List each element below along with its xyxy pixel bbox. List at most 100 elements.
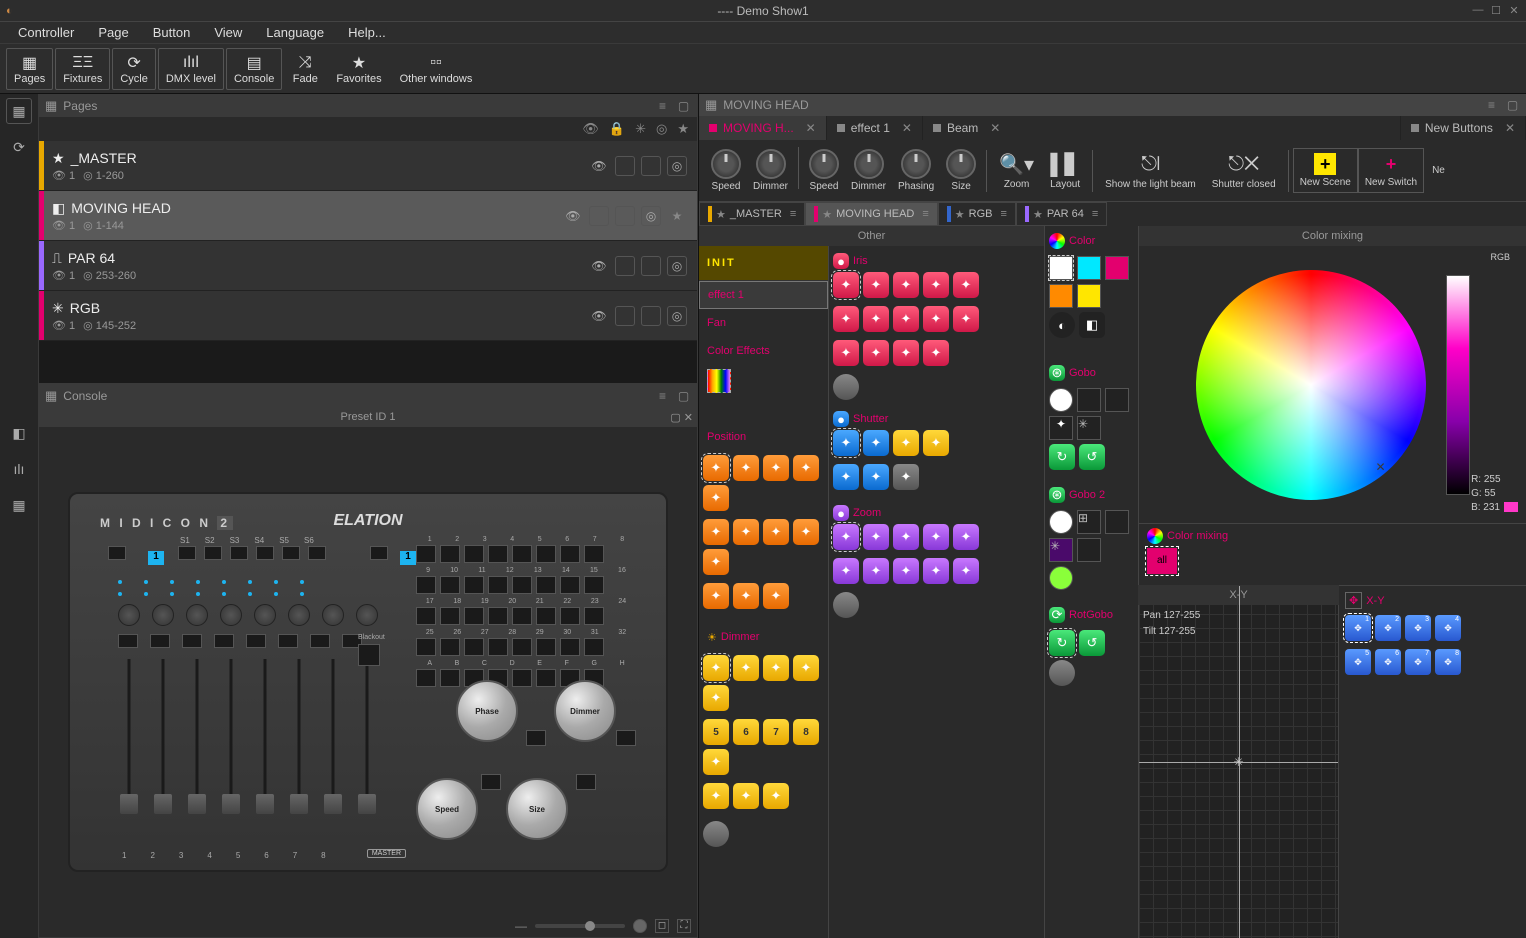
effect-button[interactable]: ✦ bbox=[833, 430, 859, 456]
zoom-fit[interactable]: ◻ bbox=[655, 919, 669, 933]
grid-button[interactable] bbox=[536, 607, 556, 625]
fader-cap[interactable] bbox=[154, 794, 172, 814]
panel-menu-icon[interactable]: ≡ bbox=[655, 99, 670, 113]
effect-button[interactable]: ✦ bbox=[833, 558, 859, 584]
effect-button[interactable]: ✦ bbox=[953, 558, 979, 584]
page-eye-icon[interactable]: 👁 bbox=[589, 156, 609, 176]
effect-button[interactable]: ✦ bbox=[733, 455, 759, 481]
channel-button[interactable] bbox=[182, 634, 202, 648]
effect-button[interactable]: ✦ bbox=[893, 272, 919, 298]
speed-knob[interactable]: Speed bbox=[416, 778, 478, 840]
preset-close-icon[interactable]: ✕ bbox=[684, 411, 693, 424]
new-truncated[interactable]: Ne bbox=[1424, 163, 1453, 178]
page-eye-icon[interactable]: 👁 bbox=[589, 306, 609, 326]
xy-preset-button[interactable]: ✥8 bbox=[1435, 649, 1461, 675]
color-swatch[interactable] bbox=[1105, 256, 1129, 280]
effect-button[interactable]: ✦ bbox=[923, 430, 949, 456]
phase-knob[interactable]: Phase bbox=[456, 680, 518, 742]
effect-button[interactable]: ✦ bbox=[893, 340, 919, 366]
xy-preset-button[interactable]: ✥6 bbox=[1375, 649, 1401, 675]
small-knob[interactable] bbox=[322, 604, 344, 626]
star-icon[interactable]: ★ bbox=[677, 121, 689, 137]
effect-button[interactable]: ✦ bbox=[733, 655, 759, 681]
effect-button[interactable]: 6 bbox=[733, 719, 759, 745]
gobo-swatch[interactable]: ✦ bbox=[1049, 416, 1073, 440]
effect-button[interactable]: ✦ bbox=[763, 519, 789, 545]
page-box1[interactable] bbox=[615, 306, 635, 326]
menu-help[interactable]: Help... bbox=[338, 23, 396, 42]
effect-button[interactable]: ✦ bbox=[733, 583, 759, 609]
lock-icon[interactable]: 🔒 bbox=[609, 121, 625, 137]
grid-button[interactable] bbox=[560, 607, 580, 625]
effect-button[interactable]: ✦ bbox=[763, 655, 789, 681]
dial-size[interactable]: Size bbox=[940, 147, 982, 194]
fixture-tab[interactable]: ★PAR 64≡ bbox=[1016, 202, 1107, 226]
effect-button[interactable]: ✦ bbox=[703, 685, 729, 711]
tab-close-icon[interactable]: ✕ bbox=[1505, 121, 1515, 135]
zoom-full[interactable]: ⛶ bbox=[677, 919, 691, 933]
dimmer-knob[interactable]: Dimmer bbox=[554, 680, 616, 742]
tool-other[interactable]: ▫▫Other windows bbox=[392, 48, 481, 90]
grid-button[interactable] bbox=[488, 607, 508, 625]
bank-1-right[interactable]: 1 bbox=[400, 551, 416, 565]
menu-language[interactable]: Language bbox=[256, 23, 334, 42]
zoom-minus[interactable]: — bbox=[515, 919, 527, 933]
dial-phasing[interactable]: Phasing bbox=[892, 147, 940, 194]
menu-view[interactable]: View bbox=[204, 23, 252, 42]
snowflake-icon[interactable]: ✳ bbox=[635, 121, 646, 137]
gobo2-swatch[interactable] bbox=[1077, 538, 1101, 562]
color-btn[interactable]: ◧ bbox=[1079, 312, 1105, 338]
dial-dimmer[interactable]: Dimmer bbox=[747, 147, 794, 194]
channel-button[interactable] bbox=[278, 634, 298, 648]
mh-tab[interactable]: New Buttons✕ bbox=[1401, 116, 1526, 140]
grid-button[interactable] bbox=[416, 576, 436, 594]
effect-button[interactable]: ✦ bbox=[923, 272, 949, 298]
effect-button[interactable]: ✦ bbox=[863, 558, 889, 584]
effect-button[interactable]: ✦ bbox=[953, 524, 979, 550]
bank-1-left[interactable]: 1 bbox=[148, 551, 164, 565]
color-swatch[interactable] bbox=[1049, 256, 1073, 280]
grid-button[interactable] bbox=[512, 576, 532, 594]
small-knob[interactable] bbox=[254, 604, 276, 626]
effect-button[interactable]: ✦ bbox=[863, 464, 889, 490]
effect-button[interactable]: ✦ bbox=[733, 519, 759, 545]
effect-button[interactable]: ✦ bbox=[703, 485, 729, 511]
page-box1[interactable] bbox=[615, 256, 635, 276]
grid-button[interactable] bbox=[416, 607, 436, 625]
maximize-button[interactable]: ☐ bbox=[1488, 4, 1504, 18]
effect-button[interactable]: ✦ bbox=[923, 524, 949, 550]
zoom-slider[interactable] bbox=[535, 924, 625, 928]
tool-cycle[interactable]: ⟳Cycle bbox=[112, 48, 156, 90]
channel-button[interactable] bbox=[310, 634, 330, 648]
s-button[interactable] bbox=[308, 546, 326, 560]
grid-button[interactable] bbox=[584, 638, 604, 656]
grid-button[interactable] bbox=[584, 576, 604, 594]
layout-tool[interactable]: ▌▋Layout bbox=[1042, 149, 1088, 192]
xy-preset-button[interactable]: ✥5 bbox=[1345, 649, 1371, 675]
effect-button[interactable]: ✦ bbox=[703, 655, 729, 681]
show-beam-tool[interactable]: ⎋❘Show the light beam bbox=[1097, 149, 1204, 192]
gobo2-swatch[interactable] bbox=[1049, 510, 1073, 534]
mixing-all-button[interactable]: all bbox=[1147, 548, 1177, 574]
dimmer-knob-small[interactable] bbox=[703, 821, 729, 847]
group-knob[interactable] bbox=[833, 592, 859, 618]
xy-preset-button[interactable]: ✥3 bbox=[1405, 615, 1431, 641]
close-button[interactable]: ✕ bbox=[1506, 4, 1522, 18]
tab-close-icon[interactable]: ✕ bbox=[990, 121, 1000, 135]
small-knob[interactable] bbox=[220, 604, 242, 626]
color-slider[interactable] bbox=[1446, 275, 1470, 495]
grid-s-button[interactable] bbox=[370, 546, 388, 560]
menu-page[interactable]: Page bbox=[88, 23, 138, 42]
grid-button[interactable] bbox=[416, 638, 436, 656]
color-swatch[interactable] bbox=[1077, 256, 1101, 280]
effect-button[interactable]: ✦ bbox=[703, 549, 729, 575]
gutter-user-icon[interactable]: ◧ bbox=[6, 420, 32, 446]
grid-button[interactable] bbox=[512, 607, 532, 625]
color-swatch[interactable] bbox=[1049, 284, 1073, 308]
effect-button[interactable]: ✦ bbox=[763, 583, 789, 609]
grid-button[interactable] bbox=[440, 545, 460, 563]
grid-button[interactable] bbox=[488, 545, 508, 563]
effect-button[interactable]: ✦ bbox=[733, 783, 759, 809]
effect-button[interactable]: ✦ bbox=[833, 524, 859, 550]
menu-controller[interactable]: Controller bbox=[8, 23, 84, 42]
